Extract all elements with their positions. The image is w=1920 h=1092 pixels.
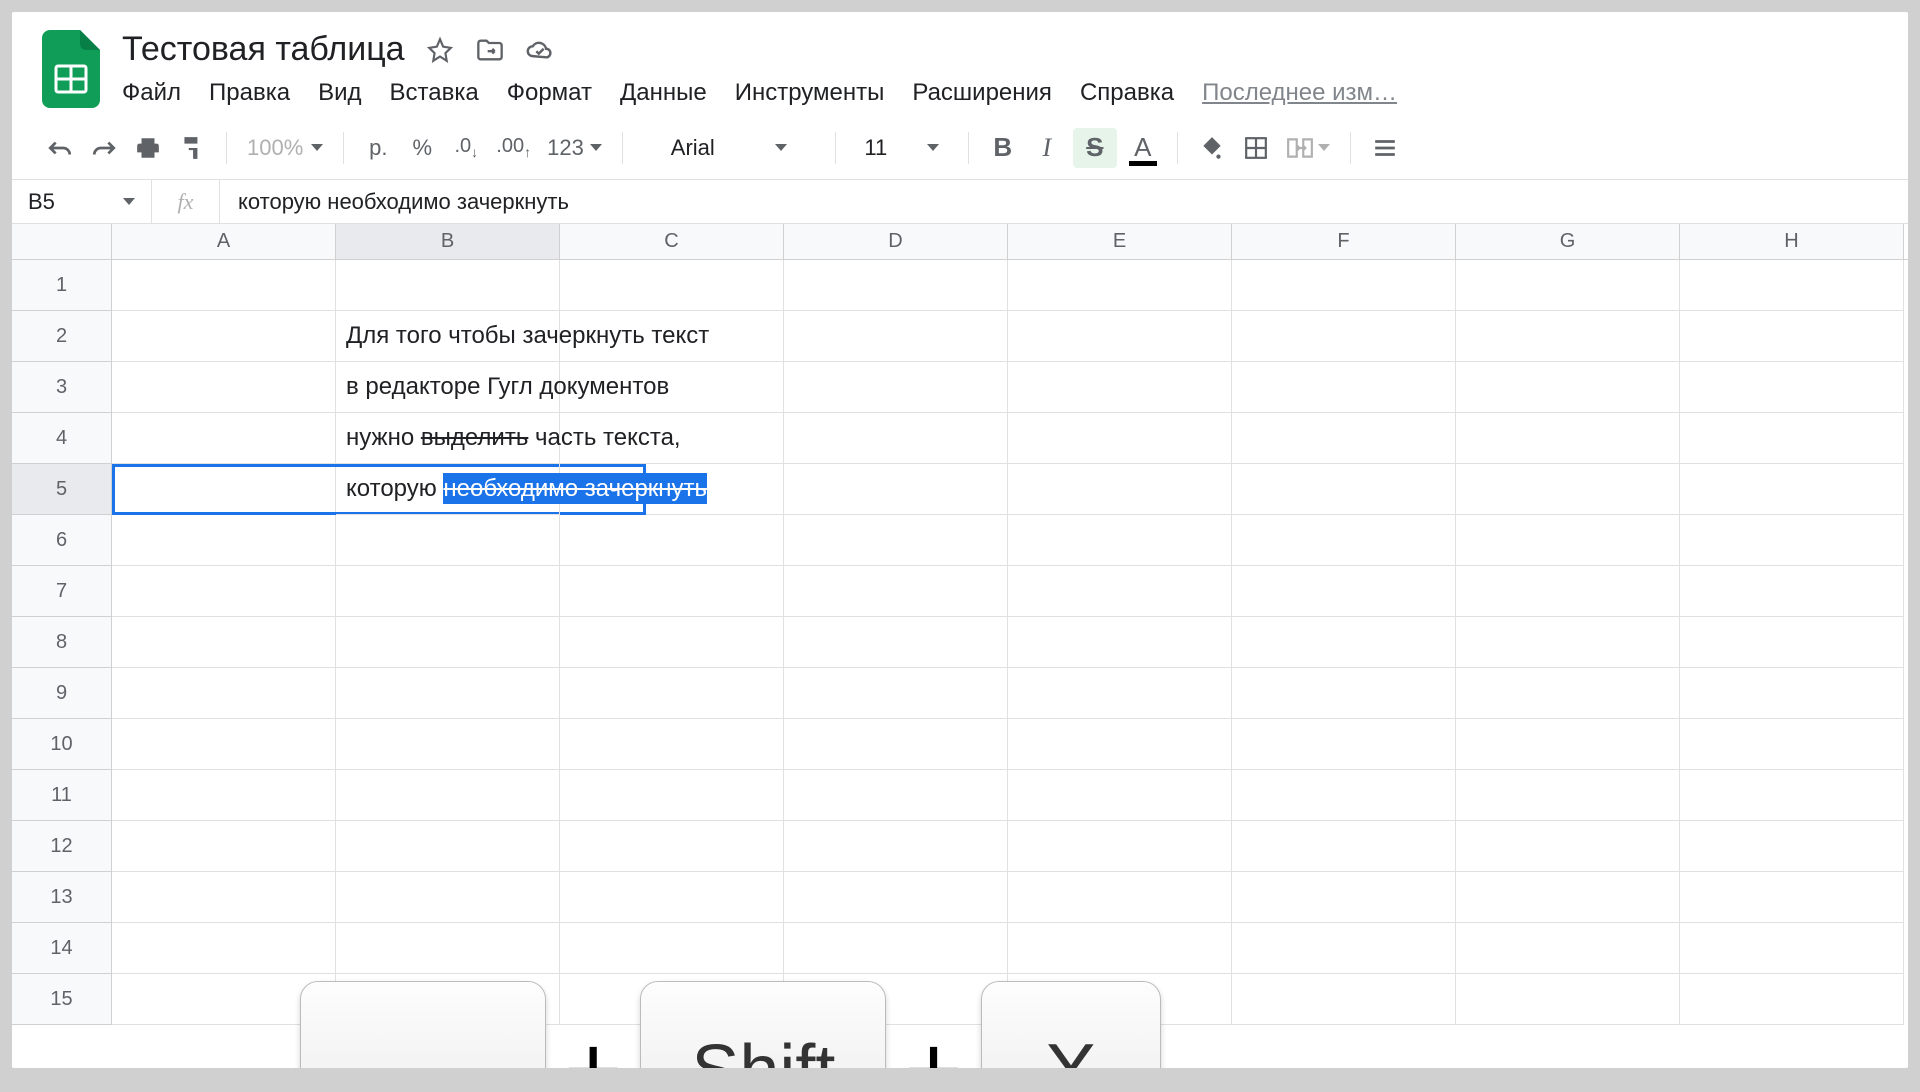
strikethrough-button[interactable]: S: [1073, 128, 1117, 168]
sheets-logo-icon[interactable]: [42, 30, 100, 108]
fx-label: fx: [152, 180, 220, 223]
title-icons: [425, 35, 555, 65]
chevron-down-icon: [590, 144, 602, 151]
cell-b5: которую необходимо зачеркнуть: [336, 464, 560, 515]
keycap-shift: Shift: [640, 981, 886, 1068]
separator: [1350, 132, 1351, 164]
row-header[interactable]: 4: [12, 413, 112, 464]
row-headers: 1 2 3 4 5 6 7 8 9 10 11 12 13 14 15: [12, 260, 112, 1025]
cloud-saved-icon[interactable]: [525, 35, 555, 65]
menu-extensions[interactable]: Расширения: [912, 79, 1052, 107]
row-header[interactable]: 2: [12, 311, 112, 362]
print-icon[interactable]: [130, 128, 166, 168]
increase-decimal-button[interactable]: .00↑: [492, 128, 535, 168]
chevron-down-icon: [775, 144, 787, 151]
fill-color-icon[interactable]: [1194, 128, 1230, 168]
separator: [622, 132, 623, 164]
font-size-select[interactable]: 11: [852, 128, 952, 168]
percent-button[interactable]: %: [404, 128, 440, 168]
horizontal-align-icon[interactable]: [1367, 128, 1403, 168]
row-header[interactable]: 13: [12, 872, 112, 923]
row-header[interactable]: 7: [12, 566, 112, 617]
keycap-command: command: [300, 981, 546, 1068]
menu-file[interactable]: Файл: [122, 79, 181, 107]
row-header[interactable]: 14: [12, 923, 112, 974]
title-area: Тестовая таблица Файл Правка Вид: [122, 30, 1878, 107]
toolbar: 100% р. % .0↓ .00↑ 123 Arial 11 B I S A: [12, 116, 1908, 180]
cells-area[interactable]: Для того чтобы зачеркнуть текст в редакт…: [112, 260, 1908, 1025]
plus-icon: +: [904, 1021, 962, 1068]
menu-data[interactable]: Данные: [620, 79, 707, 107]
zoom-select[interactable]: 100%: [243, 128, 327, 168]
title-row: Тестовая таблица: [122, 30, 1878, 69]
menu-help[interactable]: Справка: [1080, 79, 1174, 107]
more-formats-button[interactable]: 123: [543, 128, 606, 168]
row-header[interactable]: 3: [12, 362, 112, 413]
menu-tools[interactable]: Инструменты: [735, 79, 885, 107]
spreadsheet-grid: A B C D E F G H 1 2 3 4 5 6 7 8 9 10 11 …: [12, 224, 1908, 1068]
cell-b3: в редакторе Гугл документов: [336, 362, 560, 413]
currency-button[interactable]: р.: [360, 128, 396, 168]
chevron-down-icon: [927, 144, 939, 151]
col-header-a[interactable]: A: [112, 224, 336, 259]
keycap-overlay: command + Shift + X: [300, 981, 1161, 1068]
separator: [1177, 132, 1178, 164]
row-header[interactable]: 6: [12, 515, 112, 566]
paint-format-icon[interactable]: [174, 128, 210, 168]
plus-icon: +: [564, 1021, 622, 1068]
row-header[interactable]: 1: [12, 260, 112, 311]
italic-button[interactable]: I: [1029, 128, 1065, 168]
menu-insert[interactable]: Вставка: [390, 79, 479, 107]
borders-icon[interactable]: [1238, 128, 1274, 168]
row-header[interactable]: 10: [12, 719, 112, 770]
decrease-decimal-button[interactable]: .0↓: [448, 128, 484, 168]
row-header[interactable]: 9: [12, 668, 112, 719]
last-edit-link[interactable]: Последнее изм…: [1202, 79, 1397, 107]
cell-b2: Для того чтобы зачеркнуть текст: [336, 311, 560, 362]
undo-icon[interactable]: [42, 128, 78, 168]
doc-title[interactable]: Тестовая таблица: [122, 30, 405, 69]
app-window: Тестовая таблица Файл Правка Вид: [12, 12, 1908, 1068]
header: Тестовая таблица Файл Правка Вид: [12, 12, 1908, 116]
menu-view[interactable]: Вид: [318, 79, 361, 107]
name-box[interactable]: B5: [12, 180, 152, 223]
cell-b4: нужно выделить часть текста,: [336, 413, 560, 464]
menu-edit[interactable]: Правка: [209, 79, 290, 107]
keycap-x: X: [981, 981, 1161, 1068]
merge-cells-icon[interactable]: [1282, 128, 1334, 168]
select-all-corner[interactable]: [12, 224, 112, 259]
separator: [968, 132, 969, 164]
text-color-button[interactable]: A: [1125, 128, 1161, 168]
separator: [226, 132, 227, 164]
formula-bar: B5 fx которую необходимо зачеркнуть: [12, 180, 1908, 224]
row-header[interactable]: 11: [12, 770, 112, 821]
chevron-down-icon: [1318, 144, 1330, 151]
col-header-g[interactable]: G: [1456, 224, 1680, 259]
row-header[interactable]: 15: [12, 974, 112, 1025]
col-header-c[interactable]: C: [560, 224, 784, 259]
row-header[interactable]: 12: [12, 821, 112, 872]
row-header[interactable]: 5: [12, 464, 112, 515]
menu-format[interactable]: Формат: [507, 79, 592, 107]
chevron-down-icon: [311, 144, 323, 151]
move-folder-icon[interactable]: [475, 35, 505, 65]
formula-input[interactable]: которую необходимо зачеркнуть: [220, 189, 1908, 215]
bold-button[interactable]: B: [985, 128, 1021, 168]
redo-icon[interactable]: [86, 128, 122, 168]
col-header-b[interactable]: B: [336, 224, 560, 259]
grid-body: 1 2 3 4 5 6 7 8 9 10 11 12 13 14 15 Для …: [12, 260, 1908, 1025]
col-header-f[interactable]: F: [1232, 224, 1456, 259]
column-headers: A B C D E F G H: [12, 224, 1908, 260]
col-header-d[interactable]: D: [784, 224, 1008, 259]
col-header-e[interactable]: E: [1008, 224, 1232, 259]
menubar: Файл Правка Вид Вставка Формат Данные Ин…: [122, 79, 1878, 107]
row-header[interactable]: 8: [12, 617, 112, 668]
col-header-h[interactable]: H: [1680, 224, 1904, 259]
chevron-down-icon: [123, 198, 135, 205]
separator: [343, 132, 344, 164]
font-select[interactable]: Arial: [639, 128, 819, 168]
star-icon[interactable]: [425, 35, 455, 65]
separator: [835, 132, 836, 164]
